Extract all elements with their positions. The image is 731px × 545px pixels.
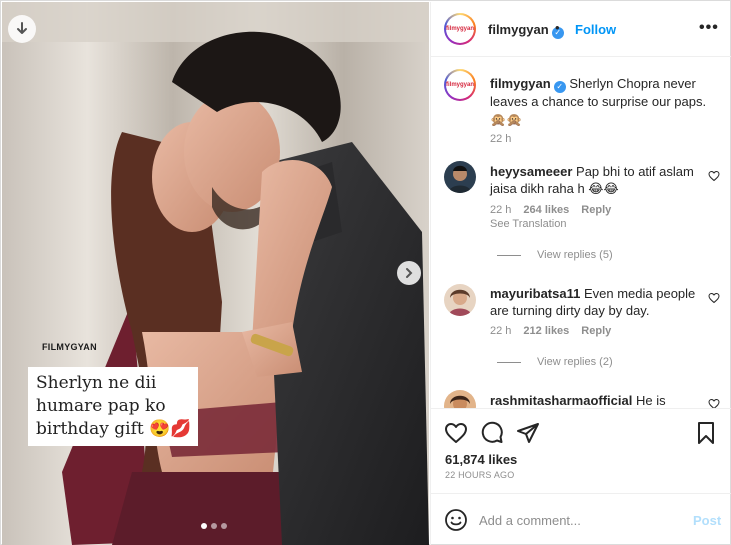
post-window: FILMYGYAN Sherlyn ne dii humare pap ko b… [0, 0, 731, 545]
view-replies-button[interactable]: View replies (5) [497, 249, 613, 261]
post-comment-button[interactable]: Post [693, 513, 721, 528]
likes-count[interactable]: 61,874 likes [445, 452, 517, 467]
avatar-photo [444, 161, 476, 193]
post-actions: 61,874 likes 22 HOURS AGO [431, 408, 731, 493]
avatar[interactable] [444, 390, 476, 408]
caption-time[interactable]: 22 h [490, 133, 511, 145]
comment-text: rashmitasharmaofficial He is [490, 392, 710, 408]
avatar-logo: filmygyan [446, 71, 474, 99]
media-caption-line: humare pap ko [36, 396, 166, 416]
view-replies-label: View replies (2) [537, 356, 613, 368]
more-options-icon[interactable]: ••• [699, 19, 719, 37]
comment-username[interactable]: heyysameeer [490, 164, 572, 179]
avatar-logo: filmygyan [446, 15, 474, 43]
divider [497, 361, 521, 363]
view-replies-label: View replies (5) [537, 249, 613, 261]
comment-body: He is [635, 393, 666, 408]
avatar[interactable]: filmygyan [444, 13, 476, 45]
post-media[interactable]: FILMYGYAN Sherlyn ne dii humare pap ko b… [2, 2, 429, 545]
comment-input[interactable] [479, 510, 679, 530]
share-icon[interactable] [516, 421, 540, 445]
media-caption-box: Sherlyn ne dii humare pap ko birthday gi… [28, 367, 198, 446]
comment-likes[interactable]: 264 likes [523, 204, 569, 216]
post-header: filmygyan filmygyan ✓ • Follow ••• [431, 2, 731, 57]
reply-button[interactable]: Reply [581, 204, 611, 216]
media-caption-line: birthday gift 😍💋 [36, 419, 192, 439]
comment-like-heart-icon[interactable] [708, 170, 720, 182]
comment-time[interactable]: 22 h [490, 204, 511, 216]
caption-text: filmygyan ✓ Sherlyn Chopra never leaves a… [490, 75, 715, 129]
comment-like-heart-icon[interactable] [708, 292, 720, 304]
media-caption-line: Sherlyn ne dii [36, 373, 157, 393]
post-side-panel: filmygyan filmygyan ✓ • Follow ••• filmyg… [430, 2, 731, 545]
carousel-dot-active[interactable] [201, 523, 207, 529]
watermark-text: FILMYGYAN [42, 342, 97, 352]
divider [497, 254, 521, 256]
carousel-next-button[interactable] [397, 261, 421, 285]
avatar-photo [444, 284, 476, 316]
heart-icon[interactable] [444, 421, 468, 445]
carousel-dot[interactable] [221, 523, 227, 529]
comment-username[interactable]: mayuribatsa11 [490, 286, 580, 301]
download-button[interactable] [8, 15, 36, 43]
caption-username[interactable]: filmygyan [490, 76, 551, 91]
verified-badge-icon: ✓ [553, 81, 566, 93]
comment-username[interactable]: rashmitasharmaofficial [490, 393, 632, 408]
comment-time[interactable]: 22 h [490, 325, 511, 337]
comment-meta: 22 h 264 likes Reply [490, 204, 611, 216]
avatar[interactable] [444, 161, 476, 193]
add-comment-bar: Post [431, 493, 731, 545]
carousel-dots [201, 523, 227, 529]
header-separator: • [555, 20, 560, 35]
avatar-photo [444, 390, 476, 408]
comment-icon[interactable] [480, 421, 504, 445]
view-replies-button[interactable]: View replies (2) [497, 356, 613, 368]
header-username[interactable]: filmygyan ✓ [488, 22, 564, 39]
reply-button[interactable]: Reply [581, 325, 611, 337]
comments-list[interactable]: filmygyan filmygyan ✓ Sherlyn Chopra neve… [431, 58, 731, 408]
comment-likes[interactable]: 212 likes [523, 325, 569, 337]
chevron-right-icon [406, 268, 413, 278]
comment-text: heyysameeer Pap bhi to atif aslam jaisa … [490, 163, 710, 197]
download-arrow-icon [17, 22, 27, 34]
comment-like-heart-icon[interactable] [708, 398, 720, 408]
follow-button[interactable]: Follow [575, 22, 616, 37]
bookmark-icon[interactable] [694, 421, 718, 445]
emoji-smile-icon[interactable] [444, 508, 468, 532]
avatar[interactable] [444, 284, 476, 316]
comment-meta: 22 h 212 likes Reply [490, 325, 611, 337]
post-time[interactable]: 22 HOURS AGO [445, 470, 514, 480]
avatar[interactable]: filmygyan [444, 69, 476, 101]
comment-text: mayuribatsa11 Even media people are turn… [490, 285, 710, 319]
carousel-dot[interactable] [211, 523, 217, 529]
post-photo [2, 2, 429, 545]
see-translation-link[interactable]: See Translation [490, 218, 566, 230]
